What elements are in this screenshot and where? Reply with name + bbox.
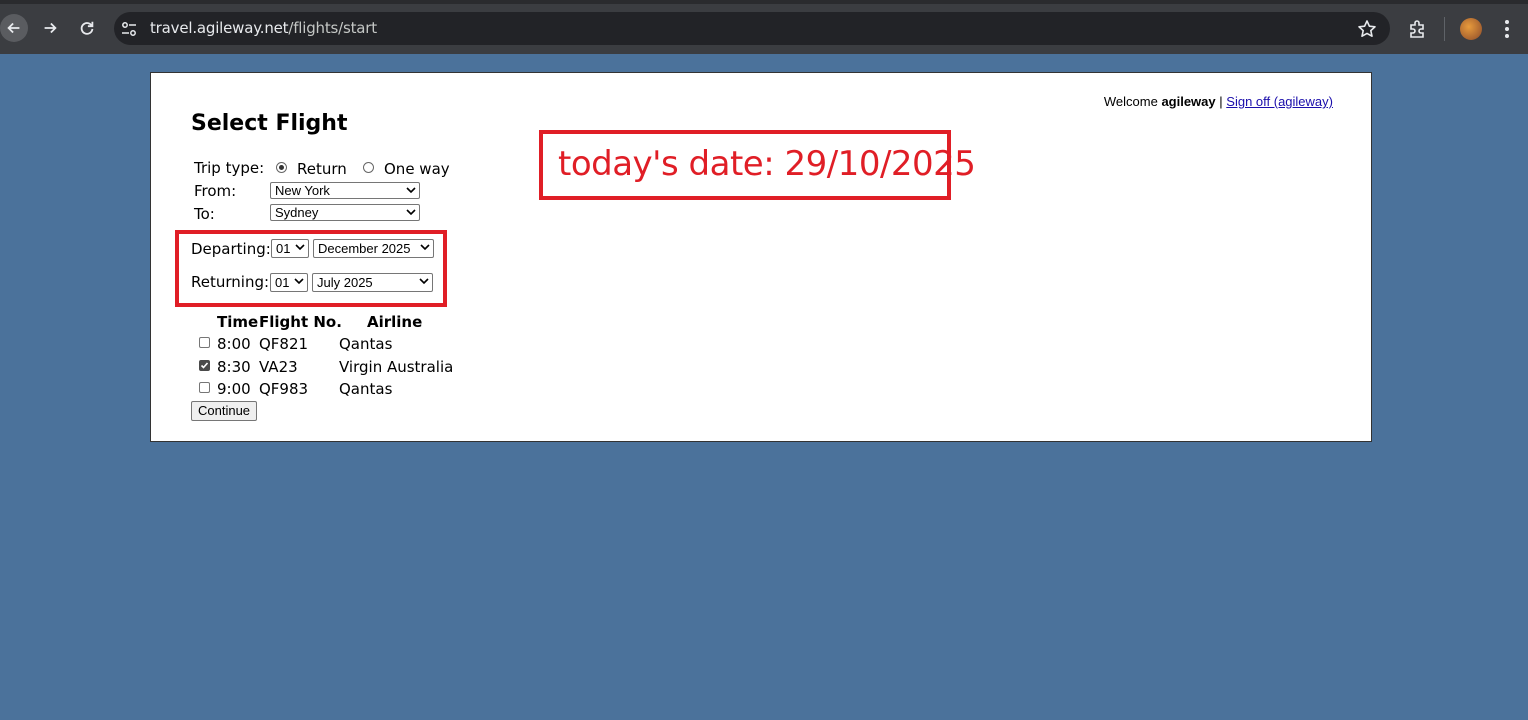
- extensions-puzzle-icon[interactable]: [1407, 18, 1429, 40]
- col-header-airline: Airline: [367, 313, 423, 331]
- sign-off-link[interactable]: Sign off (agileway): [1226, 94, 1333, 109]
- flight-form-container: Welcome agileway | Sign off (agileway) S…: [150, 72, 1372, 442]
- browser-toolbar: travel.agileway.net/flights/start: [0, 0, 1528, 54]
- forward-button[interactable]: [36, 14, 64, 42]
- welcome-separator: |: [1219, 94, 1223, 109]
- radio-return[interactable]: [276, 162, 287, 173]
- url-path: /flights/start: [288, 19, 377, 37]
- tab-strip: [0, 0, 1528, 4]
- flight-number: QF983: [259, 380, 309, 398]
- trip-type-label: Trip type:: [194, 159, 265, 177]
- reload-button[interactable]: [73, 14, 101, 42]
- flight-time: 8:00: [217, 335, 251, 353]
- from-select[interactable]: New York: [270, 182, 420, 199]
- to-select-value: Sydney: [275, 205, 319, 220]
- arrow-right-icon: [44, 22, 57, 34]
- flight-airline: Qantas: [339, 335, 393, 353]
- more-vertical-icon[interactable]: [1498, 18, 1516, 40]
- chevron-down-icon: [406, 209, 416, 216]
- arrow-left-icon: [7, 22, 20, 34]
- url-text[interactable]: travel.agileway.net/flights/start: [150, 19, 377, 37]
- flight-number: QF821: [259, 335, 309, 353]
- welcome-bar: Welcome agileway | Sign off (agileway): [1104, 94, 1333, 109]
- continue-button[interactable]: Continue: [191, 401, 258, 421]
- url-host: travel.agileway.net: [150, 19, 289, 37]
- bookmark-star-icon[interactable]: [1357, 19, 1377, 39]
- flight-time: 8:30: [217, 358, 251, 376]
- flight-number: VA23: [259, 358, 298, 376]
- radio-return-label[interactable]: Return: [297, 160, 347, 178]
- flight-time: 9:00: [217, 380, 251, 398]
- from-label: From:: [194, 182, 237, 200]
- flight-airline: Virgin Australia: [339, 358, 454, 376]
- to-select[interactable]: Sydney: [270, 204, 420, 221]
- flight-checkbox[interactable]: [199, 382, 210, 393]
- flight-checkbox[interactable]: [199, 337, 210, 348]
- todays-date-annotation: today's date: 29/10/2025: [539, 130, 976, 200]
- page-title: Select Flight: [191, 111, 348, 136]
- profile-avatar[interactable]: [1460, 18, 1482, 40]
- site-info-icon[interactable]: [120, 20, 138, 38]
- back-button[interactable]: [0, 14, 28, 42]
- col-header-time: Time: [217, 313, 259, 331]
- check-icon: [200, 362, 209, 369]
- username: agileway: [1161, 94, 1216, 109]
- radio-one-way[interactable]: [363, 162, 374, 173]
- radio-one-way-label[interactable]: One way: [384, 160, 450, 178]
- dates-highlight-box: [175, 230, 447, 307]
- to-label: To:: [194, 205, 215, 223]
- flight-checkbox[interactable]: [199, 360, 210, 371]
- reload-icon: [80, 21, 94, 35]
- from-select-value: New York: [275, 183, 330, 198]
- flight-airline: Qantas: [339, 380, 393, 398]
- annotation-text: today's date: 29/10/2025: [558, 144, 976, 184]
- chevron-down-icon: [406, 187, 416, 194]
- toolbar-divider: [1444, 17, 1445, 41]
- col-header-flight-no: Flight No.: [259, 313, 342, 331]
- welcome-prefix: Welcome: [1103, 94, 1158, 109]
